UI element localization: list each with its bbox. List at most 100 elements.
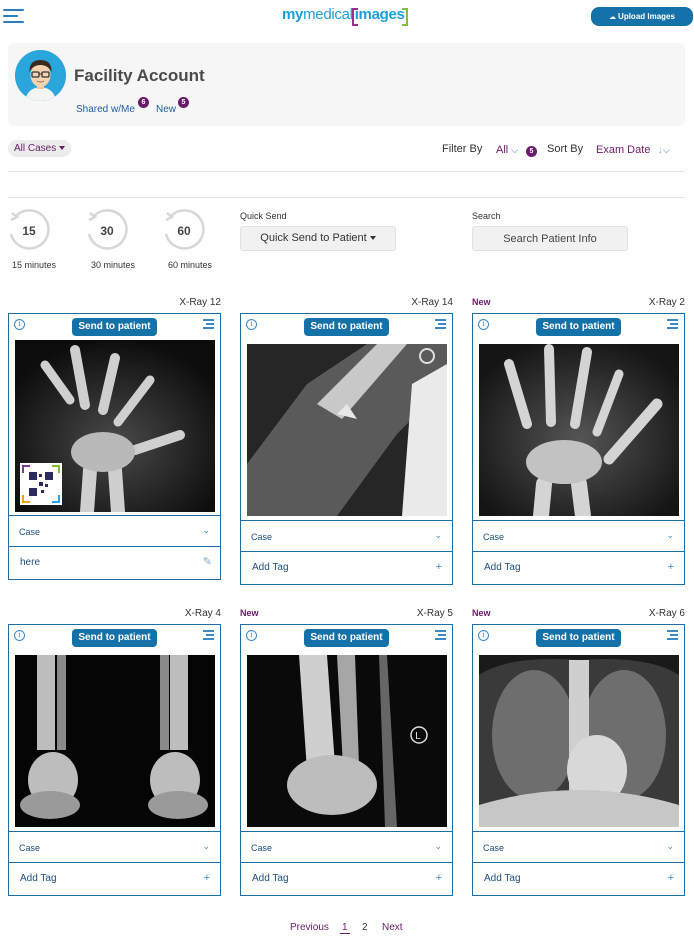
upload-images-button[interactable]: ☁ Upload Images [591, 7, 693, 26]
search-input[interactable] [472, 226, 628, 251]
send-to-patient-button[interactable]: Send to patient [72, 629, 157, 647]
info-icon[interactable]: i [246, 319, 257, 330]
sort-by-label: Sort By [547, 143, 584, 155]
case-label: Case [19, 527, 41, 537]
info-icon[interactable]: i [14, 630, 25, 641]
sort-value: Exam Date [596, 144, 651, 156]
page-2-link[interactable]: 2 [362, 922, 368, 933]
next-page-link[interactable]: Next [382, 922, 403, 933]
info-icon[interactable]: i [478, 319, 489, 330]
image-card: X-Ray 12 i Send to patient Case ⌄ here ✎ [8, 297, 221, 580]
previous-page-link[interactable]: Previous [290, 922, 329, 933]
filter-count-badge: 5 [526, 146, 537, 157]
xray-image[interactable] [479, 655, 679, 827]
qr-code-icon[interactable] [20, 463, 62, 505]
card-title: X-Ray 4 [184, 608, 221, 619]
new-label: New [240, 608, 259, 618]
add-tag-row[interactable]: Add Tag + [241, 552, 452, 584]
account-panel: Facility Account Shared w/Me 6 New 5 [8, 43, 685, 126]
xray-image[interactable]: L [247, 655, 447, 827]
add-tag-row[interactable]: Add Tag + [9, 863, 220, 895]
plus-icon[interactable]: + [668, 561, 674, 573]
case-dropdown[interactable]: Case ⌄ [473, 520, 684, 552]
menu-lines-icon[interactable] [203, 319, 214, 329]
tag-label: Add Tag [484, 873, 521, 884]
plus-icon[interactable]: + [204, 872, 210, 884]
quick-send-button-label: Quick Send to Patient [260, 232, 367, 244]
xray-image[interactable] [15, 655, 215, 827]
hamburger-menu-icon[interactable] [3, 7, 24, 25]
case-dropdown[interactable]: Case ⌄ [473, 831, 684, 863]
tag-label: Add Tag [252, 873, 289, 884]
new-count-badge: 5 [178, 97, 189, 108]
case-dropdown[interactable]: Case ⌄ [241, 831, 452, 863]
chevron-down-icon: ⌄ [202, 841, 210, 851]
send-to-patient-button[interactable]: Send to patient [536, 629, 621, 647]
add-tag-row[interactable]: Add Tag + [473, 863, 684, 895]
case-dropdown[interactable]: Case ⌄ [241, 520, 452, 552]
send-to-patient-button[interactable]: Send to patient [304, 629, 389, 647]
add-tag-row[interactable]: Add Tag + [473, 552, 684, 584]
timer-30-button[interactable]: 30 [84, 208, 130, 254]
send-to-patient-button[interactable]: Send to patient [72, 318, 157, 336]
chevron-down-icon: ⌵ [662, 145, 670, 155]
account-title: Facility Account [74, 66, 205, 85]
new-link[interactable]: New [156, 104, 176, 115]
card-body: i Send to patient [8, 313, 221, 580]
menu-lines-icon[interactable] [203, 630, 214, 640]
cloud-upload-icon: ☁ [609, 14, 617, 21]
case-label: Case [251, 532, 273, 542]
sort-dropdown[interactable]: Exam Date ↓⌵ [596, 144, 670, 156]
image-card: X-Ray 4 i Send to patient Case ⌄ Add Tag… [8, 608, 221, 896]
filter-by-label: Filter By [442, 143, 483, 155]
send-to-patient-button[interactable]: Send to patient [304, 318, 389, 336]
quick-send-dropdown[interactable]: Quick Send to Patient [240, 226, 396, 251]
avatar[interactable] [15, 50, 66, 101]
filter-dropdown[interactable]: All ⌵ [496, 144, 518, 156]
xray-image[interactable] [15, 340, 215, 512]
menu-lines-icon[interactable] [667, 319, 678, 329]
menu-lines-icon[interactable] [667, 630, 678, 640]
info-icon[interactable]: i [478, 630, 489, 641]
timer-value: 60 [177, 224, 191, 238]
xray-image[interactable] [247, 344, 447, 516]
plus-icon[interactable]: + [436, 561, 442, 573]
menu-lines-icon[interactable] [435, 319, 446, 329]
chevron-down-icon: ⌄ [434, 841, 442, 851]
timer-label: 60 minutes [167, 260, 213, 270]
card-body: i Send to patient Case ⌄ Add Tag + [472, 624, 685, 896]
svg-text:L: L [415, 731, 421, 742]
case-label: Case [19, 843, 41, 853]
all-cases-dropdown[interactable]: All Cases [8, 140, 71, 157]
case-dropdown[interactable]: Case ⌄ [9, 831, 220, 863]
menu-lines-icon[interactable] [435, 630, 446, 640]
timer-60-button[interactable]: 60 [161, 208, 207, 254]
top-bar: mymedical images ☁ Upload Images [0, 0, 694, 34]
new-label: New [472, 608, 491, 618]
tag-row[interactable]: here ✎ [9, 547, 220, 579]
image-card: New X-Ray 6 i Send to patient Case ⌄ Add [472, 608, 685, 896]
send-to-patient-button[interactable]: Send to patient [536, 318, 621, 336]
shared-with-me-link[interactable]: Shared w/Me [76, 104, 135, 115]
page-1-link[interactable]: 1 [340, 922, 350, 934]
card-body: i Send to patient Case ⌄ Add Tag + [240, 313, 453, 585]
pencil-edit-icon[interactable]: ✎ [203, 555, 212, 568]
card-title: X-Ray 12 [179, 297, 221, 308]
card-body: i Send to patient Case ⌄ Add Tag + [8, 624, 221, 896]
plus-icon[interactable]: + [668, 872, 674, 884]
chevron-down-icon: ⌄ [434, 530, 442, 540]
add-tag-row[interactable]: Add Tag + [241, 863, 452, 895]
logo[interactable]: mymedical images [282, 6, 407, 23]
card-title: X-Ray 6 [648, 608, 685, 619]
card-title: X-Ray 5 [416, 608, 453, 619]
case-dropdown[interactable]: Case ⌄ [9, 515, 220, 547]
timer-value: 15 [22, 224, 36, 238]
info-icon[interactable]: i [14, 319, 25, 330]
case-label: Case [483, 532, 505, 542]
xray-image[interactable] [479, 344, 679, 516]
chevron-down-icon: ⌵ [511, 145, 519, 155]
plus-icon[interactable]: + [436, 872, 442, 884]
info-icon[interactable]: i [246, 630, 257, 641]
timer-15-button[interactable]: 15 [6, 208, 52, 254]
chevron-down-icon: ⌄ [666, 530, 674, 540]
